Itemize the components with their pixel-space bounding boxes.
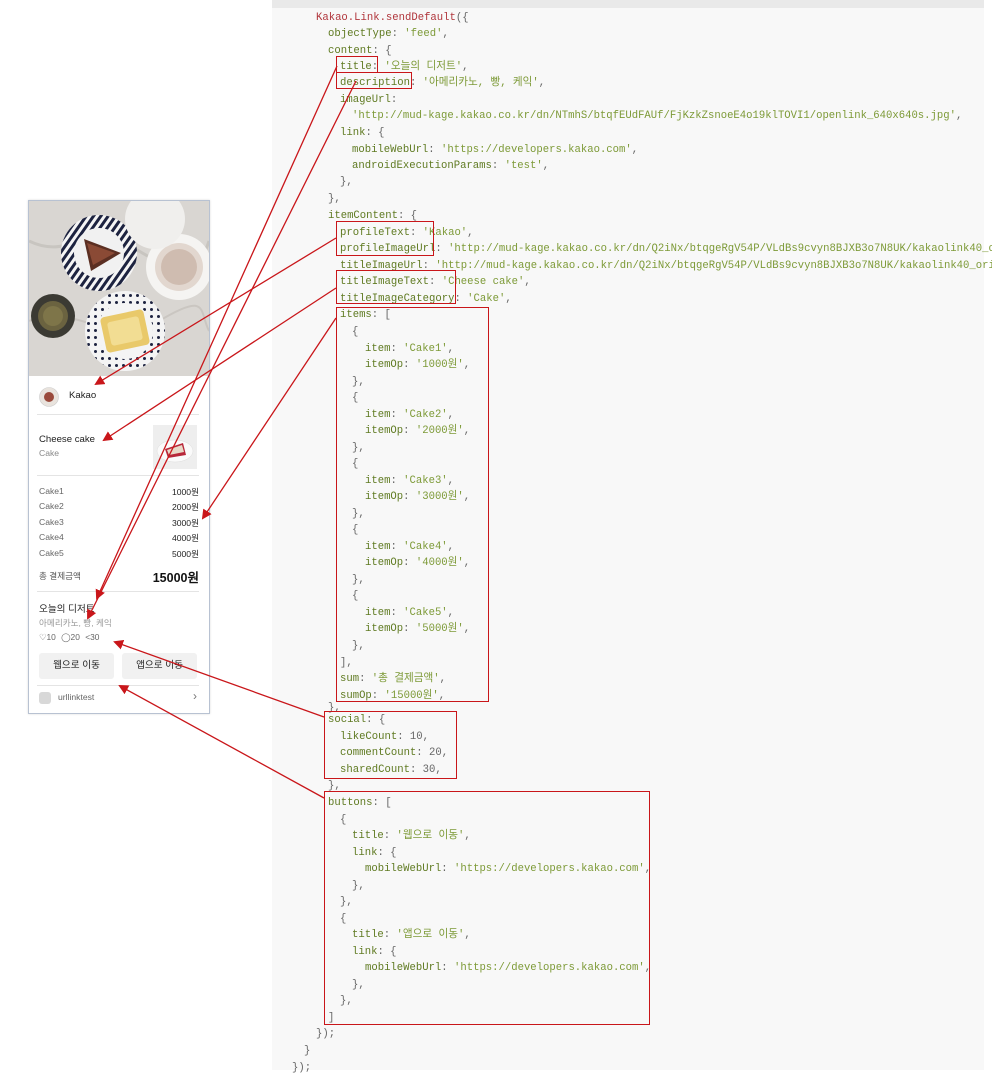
arrow-title <box>95 65 338 600</box>
arrow-buttons <box>118 685 325 799</box>
arrow-social <box>113 639 325 718</box>
arrow-title-image <box>102 287 337 442</box>
annotation-arrows <box>87 65 357 799</box>
